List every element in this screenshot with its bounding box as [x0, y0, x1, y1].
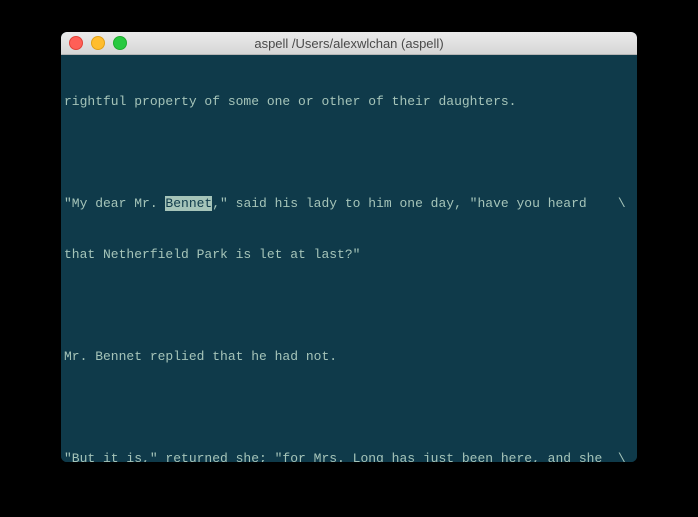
blank-line [64, 399, 634, 416]
text-line: that Netherfield Park is let at last?" [64, 246, 634, 263]
text-line: "But it is," returned she; "for Mrs. Lon… [64, 450, 634, 462]
text-line: Mr. Bennet replied that he had not. [64, 348, 634, 365]
terminal-window: aspell /Users/alexwlchan (aspell) rightf… [61, 32, 637, 462]
titlebar: aspell /Users/alexwlchan (aspell) [61, 32, 637, 55]
minimize-icon[interactable] [91, 36, 105, 50]
terminal-content[interactable]: rightful property of some one or other o… [61, 55, 637, 462]
text-line: rightful property of some one or other o… [64, 93, 634, 110]
blank-line [64, 297, 634, 314]
close-icon[interactable] [69, 36, 83, 50]
window-title: aspell /Users/alexwlchan (aspell) [61, 36, 637, 51]
blank-line [64, 144, 634, 161]
traffic-lights [69, 36, 127, 50]
misspelled-word: Bennet [165, 196, 212, 211]
text-line: "My dear Mr. Bennet," said his lady to h… [64, 195, 634, 212]
zoom-icon[interactable] [113, 36, 127, 50]
